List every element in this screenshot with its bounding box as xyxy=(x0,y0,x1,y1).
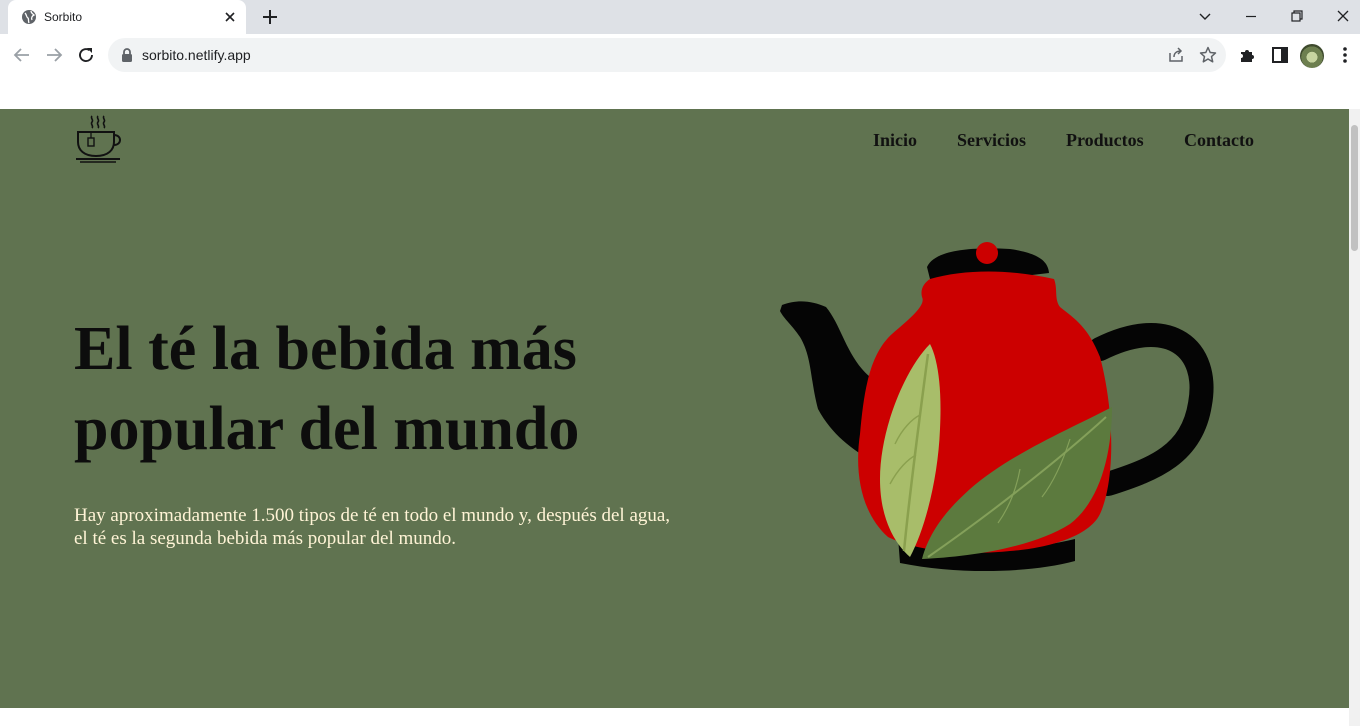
hero-subtitle: Hay aproximadamente 1.500 tipos de té en… xyxy=(74,505,671,549)
browser-tab[interactable]: Sorbito xyxy=(8,0,246,34)
back-arrow-icon[interactable] xyxy=(8,41,36,69)
reload-icon[interactable] xyxy=(72,41,100,69)
address-bar[interactable]: sorbito.netlify.app xyxy=(108,38,1226,72)
page-scrollbar[interactable] xyxy=(1349,109,1360,726)
browser-tabstrip: Sorbito xyxy=(0,0,1360,34)
browser-toolbar: sorbito.netlify.app xyxy=(0,34,1360,76)
nav-link-productos[interactable]: Productos xyxy=(1066,129,1144,151)
page-viewport: Inicio Servicios Productos Contacto El t… xyxy=(0,76,1360,726)
nav-link-contacto[interactable]: Contacto xyxy=(1184,129,1254,151)
hero-title: El té la bebida más popular del mundo xyxy=(74,315,580,463)
nav-link-servicios[interactable]: Servicios xyxy=(957,129,1026,151)
share-icon[interactable] xyxy=(1165,44,1187,66)
scrollbar-thumb[interactable] xyxy=(1351,125,1358,251)
plus-icon[interactable] xyxy=(258,5,282,29)
side-panel-icon[interactable] xyxy=(1269,44,1291,66)
close-icon[interactable] xyxy=(220,7,240,27)
teapot-illustration xyxy=(770,239,1220,589)
globe-icon xyxy=(21,9,37,25)
lock-icon[interactable] xyxy=(120,47,134,63)
restore-icon[interactable] xyxy=(1274,0,1320,32)
extensions-icon[interactable] xyxy=(1237,44,1259,66)
tab-title: Sorbito xyxy=(44,10,83,24)
kebab-menu-icon[interactable] xyxy=(1334,44,1356,66)
forward-arrow-icon[interactable] xyxy=(40,41,68,69)
minimize-icon[interactable] xyxy=(1228,0,1274,32)
url-text[interactable]: sorbito.netlify.app xyxy=(142,47,251,63)
hero-section: Inicio Servicios Productos Contacto El t… xyxy=(0,109,1349,708)
star-icon[interactable] xyxy=(1197,44,1219,66)
chevron-down-icon[interactable] xyxy=(1182,0,1228,32)
profile-avatar[interactable] xyxy=(1300,44,1324,68)
nav-link-inicio[interactable]: Inicio xyxy=(873,129,917,151)
close-window-icon[interactable] xyxy=(1320,0,1360,32)
tea-cup-logo-icon[interactable] xyxy=(74,112,126,164)
